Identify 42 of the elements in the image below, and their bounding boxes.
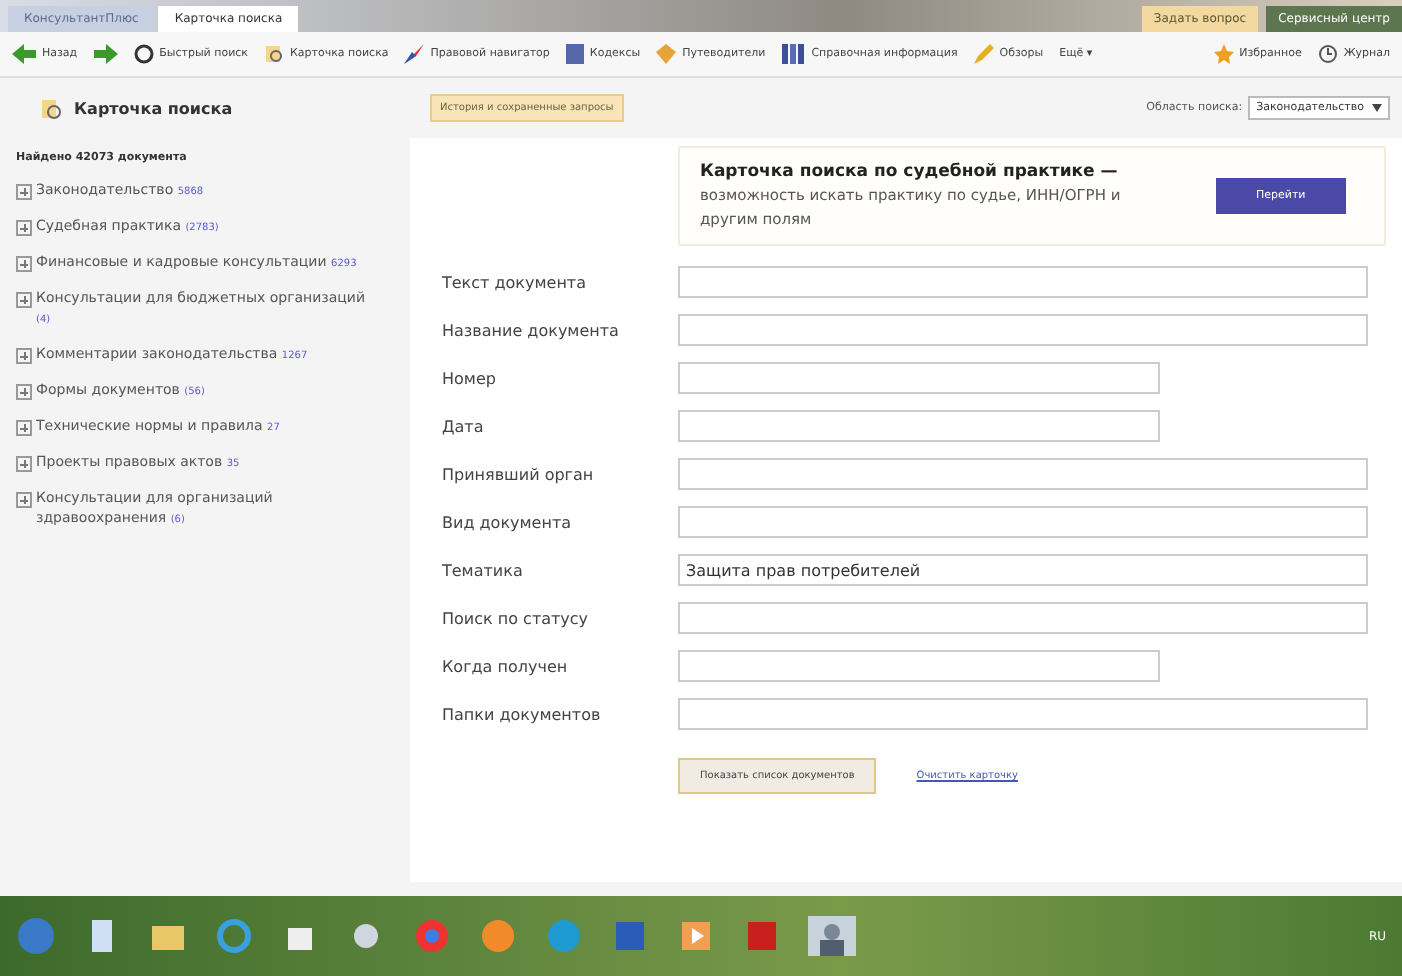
input-field[interactable] <box>678 602 1368 634</box>
field-label: Текст документа <box>442 273 588 291</box>
field-label: Принявший орган <box>442 465 596 483</box>
expand-icon[interactable] <box>16 420 32 436</box>
field-label: Номер <box>442 369 498 387</box>
input-field[interactable] <box>678 410 1160 442</box>
field-label: Когда получен <box>442 657 570 675</box>
expand-icon[interactable] <box>16 348 32 364</box>
input-field[interactable] <box>678 362 1160 394</box>
expand-icon[interactable] <box>16 492 32 508</box>
expand-icon[interactable] <box>16 220 32 236</box>
back-arrow-icon[interactable] <box>12 44 36 64</box>
media-icon[interactable] <box>676 916 716 956</box>
compass-icon[interactable] <box>404 44 425 64</box>
books-icon[interactable] <box>781 44 806 64</box>
expand-icon[interactable] <box>16 184 32 200</box>
input-field[interactable] <box>678 458 1368 490</box>
search-card-icon <box>40 98 62 120</box>
clock-icon[interactable] <box>1317 44 1338 64</box>
input-field[interactable] <box>678 266 1368 298</box>
field-label: Тематика <box>442 561 525 579</box>
expand-icon[interactable] <box>16 292 32 308</box>
card-icon[interactable] <box>264 44 284 64</box>
search-icon[interactable] <box>133 44 154 64</box>
sidebar-title: Карточка поиска <box>74 100 233 118</box>
field-label: Папки документов <box>442 705 603 723</box>
input-field[interactable] <box>678 698 1368 730</box>
expand-icon[interactable] <box>16 456 32 472</box>
field-label: Название документа <box>442 321 621 339</box>
input-field[interactable] <box>678 314 1368 346</box>
dropdown-icon <box>1372 104 1382 112</box>
expand-icon[interactable] <box>16 384 32 400</box>
star-icon[interactable] <box>1213 44 1234 64</box>
input-field[interactable] <box>678 650 1160 682</box>
forward-arrow-icon[interactable] <box>93 44 118 64</box>
expand-icon[interactable] <box>16 256 32 272</box>
pen-icon[interactable] <box>973 44 994 64</box>
field-label: Дата <box>442 417 486 435</box>
field-label: Поиск по статусу <box>442 609 591 627</box>
input-field[interactable]: Защита прав потребителей <box>678 554 1368 586</box>
input-field[interactable] <box>678 506 1368 538</box>
field-label: Вид документа <box>442 513 574 531</box>
